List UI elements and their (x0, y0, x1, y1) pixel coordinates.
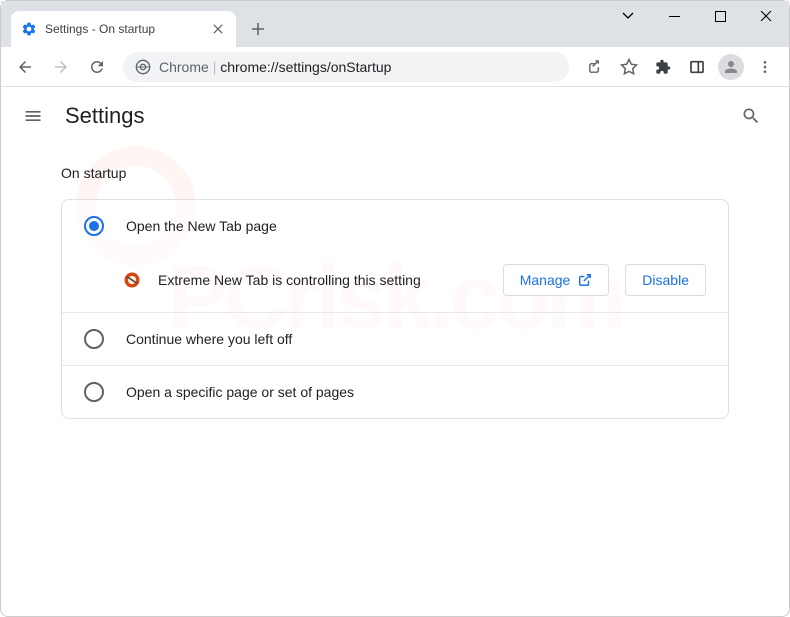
address-bar[interactable]: Chrome | chrome://settings/onStartup (123, 52, 569, 82)
minimize-button[interactable] (651, 1, 697, 31)
radio-icon (84, 382, 104, 402)
manage-button[interactable]: Manage (503, 264, 610, 296)
section-title: On startup (61, 165, 729, 181)
radio-label: Open the New Tab page (126, 218, 277, 234)
manage-label: Manage (520, 272, 571, 288)
settings-header: Settings (1, 87, 789, 145)
startup-options-card: Open the New Tab page Extreme New Tab is… (61, 199, 729, 419)
radio-icon (84, 216, 104, 236)
bookmark-button[interactable] (613, 51, 645, 83)
tab-search-button[interactable] (605, 1, 651, 31)
page-title: Settings (65, 103, 145, 129)
radio-continue[interactable]: Continue where you left off (62, 313, 728, 365)
omnibox-prefix: Chrome (159, 59, 209, 75)
radio-specific-pages[interactable]: Open a specific page or set of pages (62, 366, 728, 418)
extensions-button[interactable] (647, 51, 679, 83)
profile-button[interactable] (715, 51, 747, 83)
extension-text: Extreme New Tab is controlling this sett… (158, 272, 487, 288)
settings-content: On startup Open the New Tab page Extreme… (1, 145, 789, 427)
browser-tab[interactable]: Settings - On startup (11, 11, 236, 47)
forward-button[interactable] (45, 51, 77, 83)
new-tab-button[interactable] (244, 15, 272, 43)
menu-button[interactable] (749, 51, 781, 83)
radio-label: Continue where you left off (126, 331, 292, 347)
maximize-button[interactable] (697, 1, 743, 31)
menu-toggle-button[interactable] (21, 104, 45, 128)
side-panel-button[interactable] (681, 51, 713, 83)
radio-open-new-tab[interactable]: Open the New Tab page (62, 200, 728, 252)
settings-gear-icon (21, 21, 37, 37)
site-info-icon[interactable] (135, 59, 151, 75)
back-button[interactable] (9, 51, 41, 83)
avatar-icon (718, 54, 744, 80)
search-button[interactable] (733, 98, 769, 134)
omnibox-url: chrome://settings/onStartup (220, 59, 391, 75)
radio-icon (84, 329, 104, 349)
disable-label: Disable (642, 272, 689, 288)
external-link-icon (578, 273, 592, 287)
share-button[interactable] (579, 51, 611, 83)
reload-button[interactable] (81, 51, 113, 83)
window-titlebar: Settings - On startup (1, 1, 789, 47)
radio-label: Open a specific page or set of pages (126, 384, 354, 400)
extension-notice: Extreme New Tab is controlling this sett… (62, 252, 728, 312)
browser-toolbar: Chrome | chrome://settings/onStartup (1, 47, 789, 87)
close-window-button[interactable] (743, 1, 789, 31)
tab-title: Settings - On startup (45, 22, 202, 36)
extension-icon (122, 270, 142, 290)
disable-button[interactable]: Disable (625, 264, 706, 296)
close-tab-button[interactable] (210, 21, 226, 37)
